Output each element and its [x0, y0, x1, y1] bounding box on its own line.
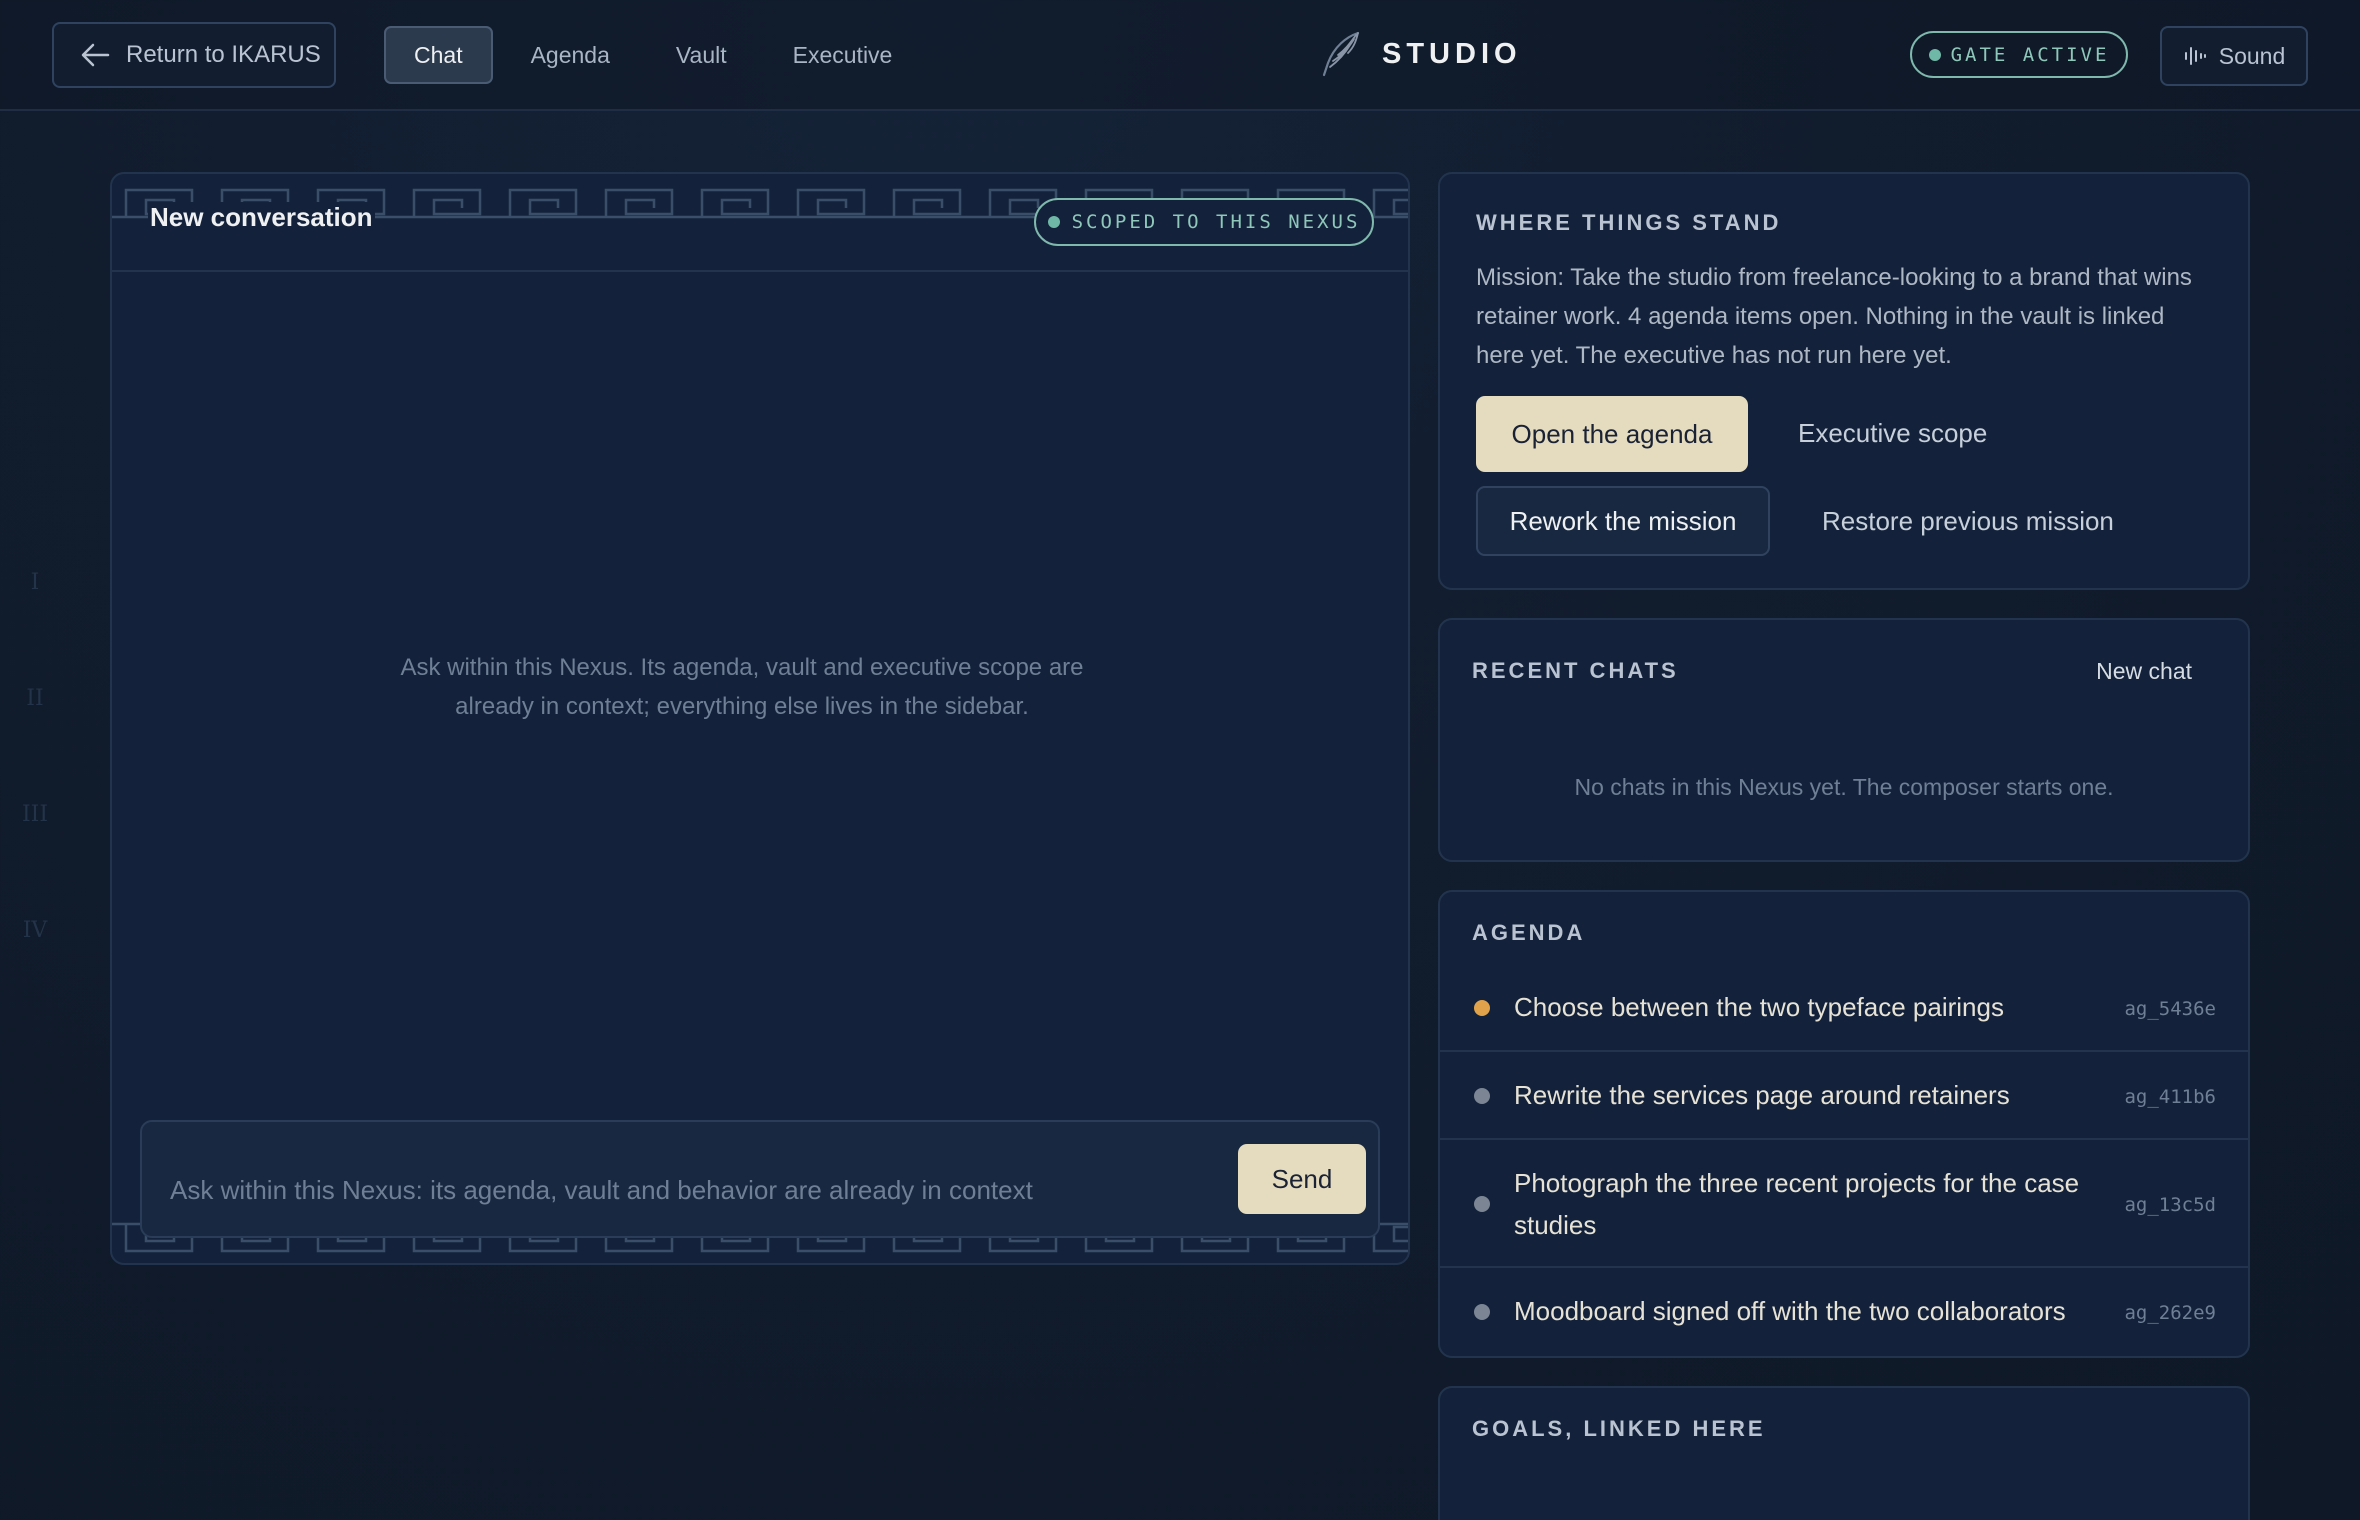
agenda-item-id: ag_411b6 [2124, 1086, 2216, 1108]
card-heading: RECENT CHATS [1472, 658, 1679, 683]
status-dot-icon [1928, 48, 1941, 61]
brand: STUDIO [1320, 26, 1522, 82]
tab-executive[interactable]: Executive [765, 26, 921, 84]
agenda-item-text: Photograph the three recent projects for… [1514, 1168, 2080, 1240]
agenda-item-id: ag_262e9 [2124, 1302, 2216, 1324]
gate-active-badge: GATE ACTIVE [1910, 31, 2128, 78]
nav-tabs: Chat Agenda Vault Executive [384, 26, 930, 84]
open-agenda-button[interactable]: Open the agenda [1476, 396, 1748, 472]
agenda-item-text: Choose between the two typeface pairings [1514, 992, 2004, 1022]
card-heading: WHERE THINGS STAND [1476, 210, 1782, 235]
where-things-stand-card: WHERE THINGS STAND Mission: Take the stu… [1438, 172, 2250, 590]
return-to-ikarus-button[interactable]: Return to IKARUS [52, 22, 336, 88]
sound-button[interactable]: Sound [2160, 26, 2308, 86]
numeral-marker: IV [22, 918, 48, 943]
numeral-marker: II [26, 686, 44, 711]
agenda-status-dot [1474, 1196, 1490, 1212]
return-label: Return to IKARUS [126, 41, 321, 68]
agenda-card: AGENDA Choose between the two typeface p… [1438, 890, 2250, 1358]
conversation-title: New conversation [148, 202, 375, 233]
tab-chat[interactable]: Chat [384, 26, 493, 84]
agenda-status-dot [1474, 1000, 1490, 1016]
rework-mission-button[interactable]: Rework the mission [1476, 486, 1770, 556]
gate-badge-label: GATE ACTIVE [1950, 43, 2110, 66]
agenda-item[interactable]: Choose between the two typeface pairings… [1440, 964, 2248, 1052]
send-button[interactable]: Send [1238, 1144, 1366, 1214]
agenda-item[interactable]: Rewrite the services page around retaine… [1440, 1052, 2248, 1140]
mission-summary: Mission: Take the studio from freelance-… [1476, 264, 2192, 369]
recent-chats-card: RECENT CHATS New chat No chats in this N… [1438, 618, 2250, 862]
agenda-item-id: ag_13c5d [2124, 1194, 2216, 1216]
agenda-item-text: Rewrite the services page around retaine… [1514, 1080, 2010, 1110]
card-heading: GOALS, LINKED HERE [1472, 1416, 1766, 1441]
goals-card: GOALS, LINKED HERE [1438, 1386, 2250, 1520]
numeral-marker: III [21, 802, 49, 827]
agenda-status-dot [1474, 1088, 1490, 1104]
recent-chats-empty-state: No chats in this Nexus yet. The composer… [1574, 774, 2114, 800]
chat-empty-state: Ask within this Nexus. Its agenda, vault… [400, 654, 1084, 720]
message-composer: Send [140, 1120, 1380, 1238]
chat-header: New conversation SCOPED TO THIS NEXUS [112, 174, 1408, 272]
new-chat-button[interactable]: New chat [2096, 658, 2192, 685]
agenda-item[interactable]: Photograph the three recent projects for… [1440, 1140, 2248, 1268]
top-bar: Return to IKARUS Chat Agenda Vault Execu… [0, 0, 2360, 111]
tab-agenda[interactable]: Agenda [503, 26, 638, 84]
sound-wave-icon [2184, 47, 2206, 65]
arrow-left-icon [81, 43, 110, 67]
scope-badge: SCOPED TO THIS NEXUS [1034, 198, 1374, 246]
agenda-status-dot [1474, 1304, 1490, 1320]
numeral-marker: I [30, 570, 40, 595]
tab-vault[interactable]: Vault [648, 26, 755, 84]
sound-label: Sound [2218, 42, 2286, 69]
message-input[interactable] [170, 1170, 1170, 1210]
agenda-item-text: Moodboard signed off with the two collab… [1514, 1296, 2066, 1326]
executive-scope-button[interactable]: Executive scope [1798, 418, 1987, 449]
status-dot-icon [1047, 216, 1060, 228]
agenda-item[interactable]: Moodboard signed off with the two collab… [1440, 1268, 2248, 1356]
brand-name: STUDIO [1382, 37, 1522, 70]
feather-wing-icon [1322, 31, 1360, 77]
chat-panel: New conversation SCOPED TO THIS NEXUS As… [110, 172, 1410, 1265]
scope-badge-label: SCOPED TO THIS NEXUS [1071, 211, 1361, 233]
card-heading: AGENDA [1472, 920, 1586, 945]
restore-previous-mission-button[interactable]: Restore previous mission [1822, 506, 2114, 537]
agenda-item-id: ag_5436e [2124, 998, 2216, 1020]
